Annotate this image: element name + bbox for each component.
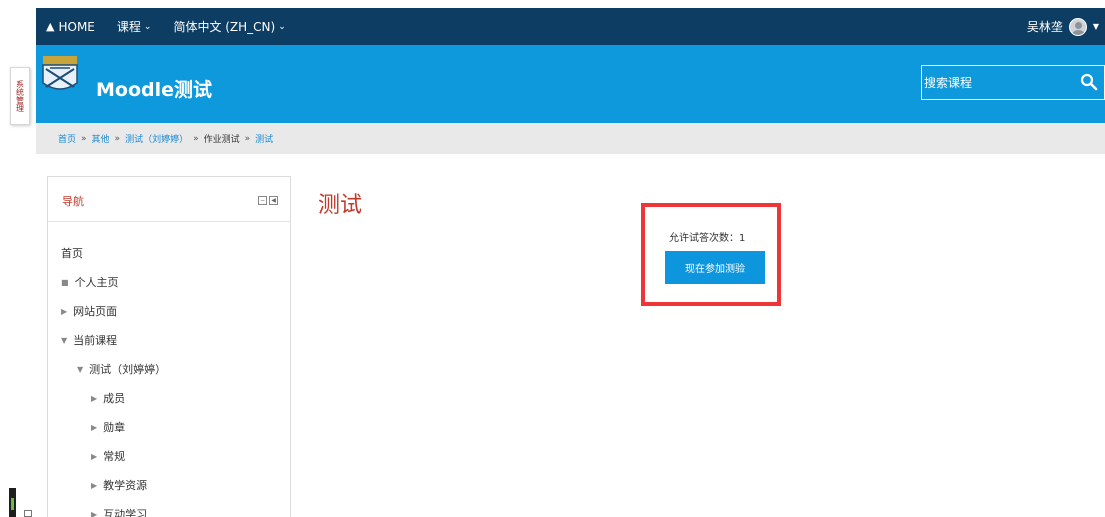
dock-block-icon[interactable]: ◀ xyxy=(269,196,278,205)
course-menu[interactable]: 课程 ⌄ xyxy=(117,18,152,35)
nav-item-label: 网站页面 xyxy=(73,305,118,318)
top-navbar: ▲ HOME 课程 ⌄ 简体中文 (ZH_CN) ⌄ 吴林垄 ▼ xyxy=(36,8,1105,45)
nav-item-label: 常规 xyxy=(103,450,126,463)
expand-arrow-icon: ▶ xyxy=(91,451,98,461)
bullet-icon: ■ xyxy=(61,277,69,287)
site-header: Moodle测试 搜索课程 xyxy=(36,45,1105,123)
navigation-block: 导航 − ◀ 首页 ■ 个人主页 ▶ 网站页面 ▼ 当前课程 ▼ 测试（刘婷婷）… xyxy=(47,176,291,517)
nav-item-label: 成员 xyxy=(103,392,126,405)
attempts-allowed-text: 允许试答次数：1 xyxy=(669,233,746,244)
top-nav-menu: ▲ HOME 课程 ⌄ 简体中文 (ZH_CN) ⌄ xyxy=(46,8,308,45)
chevron-down-icon: ⌄ xyxy=(143,21,152,32)
nav-item-members[interactable]: ▶ 成员 xyxy=(91,390,125,406)
expand-arrow-icon: ▶ xyxy=(91,393,98,403)
search-input[interactable]: 搜索课程 xyxy=(924,74,972,91)
page-title: 测试 xyxy=(318,193,363,218)
nav-item-dashboard[interactable]: ■ 个人主页 xyxy=(61,274,119,290)
breadcrumb-separator: » xyxy=(244,133,251,144)
search-icon[interactable] xyxy=(1080,73,1098,91)
breadcrumb-other[interactable]: 其他 xyxy=(92,132,110,145)
site-title[interactable]: Moodle测试 xyxy=(96,75,212,102)
home-icon: ▲ xyxy=(46,20,55,33)
admin-side-tab[interactable]: 系统管理 xyxy=(10,67,30,125)
nav-item-label: 个人主页 xyxy=(74,276,119,289)
expand-arrow-icon: ▶ xyxy=(91,480,98,490)
expand-arrow-icon: ▶ xyxy=(91,422,98,432)
breadcrumb-course[interactable]: 测试（刘婷婷） xyxy=(125,132,188,145)
nav-item-label: 测试（刘婷婷） xyxy=(89,363,167,376)
window-icon[interactable] xyxy=(24,510,32,517)
nav-item-teaching-resources[interactable]: ▶ 教学资源 xyxy=(91,477,147,493)
nav-item-general[interactable]: ▶ 常规 xyxy=(91,448,125,464)
navigation-block-header: 导航 − ◀ xyxy=(48,177,290,222)
nav-item-site-pages[interactable]: ▶ 网站页面 xyxy=(61,303,117,319)
user-name: 吴林垄 xyxy=(1026,20,1063,34)
avatar[interactable] xyxy=(1068,17,1087,36)
collapse-block-icon[interactable]: − xyxy=(258,196,267,205)
chevron-down-icon: ⌄ xyxy=(278,21,286,32)
attempt-quiz-button[interactable]: 现在参加测验 xyxy=(665,251,765,284)
nav-item-course[interactable]: ▼ 测试（刘婷婷） xyxy=(77,361,166,377)
breadcrumb-separator: » xyxy=(193,133,199,144)
nav-item-current-course[interactable]: ▼ 当前课程 xyxy=(61,332,117,348)
nav-item-label: 当前课程 xyxy=(73,334,118,347)
dock-widget[interactable] xyxy=(9,488,16,517)
collapse-arrow-icon: ▼ xyxy=(61,335,68,345)
breadcrumb-separator: » xyxy=(114,133,121,144)
breadcrumb-section: 作业测试 xyxy=(203,135,240,145)
language-menu-label: 简体中文 (ZH_CN) xyxy=(173,20,276,34)
nav-item-label: 首页 xyxy=(61,247,83,260)
home-link[interactable]: ▲ HOME xyxy=(46,20,95,34)
expand-arrow-icon: ▶ xyxy=(91,509,98,517)
breadcrumb: 首页 » 其他 » 测试（刘婷婷） » 作业测试 » 测试 xyxy=(36,123,1105,154)
nav-item-label: 勋章 xyxy=(103,421,126,434)
language-menu[interactable]: 简体中文 (ZH_CN) ⌄ xyxy=(173,18,285,35)
navigation-title: 导航 xyxy=(62,195,84,208)
nav-item-badges[interactable]: ▶ 勋章 xyxy=(91,419,125,435)
nav-item-label: 教学资源 xyxy=(103,479,148,492)
breadcrumb-quiz[interactable]: 测试 xyxy=(255,132,273,145)
expand-arrow-icon: ▶ xyxy=(61,306,68,316)
collapse-arrow-icon: ▼ xyxy=(77,364,84,374)
user-menu[interactable]: 吴林垄 ▼ xyxy=(1027,8,1099,45)
course-search[interactable]: 搜索课程 xyxy=(921,65,1105,100)
caret-down-icon: ▼ xyxy=(1092,22,1099,31)
course-menu-label: 课程 xyxy=(116,20,141,34)
breadcrumb-separator: » xyxy=(81,133,87,144)
nav-item-interactive-learning[interactable]: ▶ 互动学习 xyxy=(91,506,147,517)
university-logo-icon[interactable] xyxy=(42,55,78,95)
block-controls: − ◀ xyxy=(256,196,278,205)
home-label: HOME xyxy=(58,19,95,34)
admin-tab-label: 系统管理 xyxy=(15,80,25,112)
breadcrumb-home[interactable]: 首页 xyxy=(58,132,76,145)
nav-item-label: 互动学习 xyxy=(103,508,148,517)
nav-item-home[interactable]: 首页 xyxy=(61,245,83,261)
